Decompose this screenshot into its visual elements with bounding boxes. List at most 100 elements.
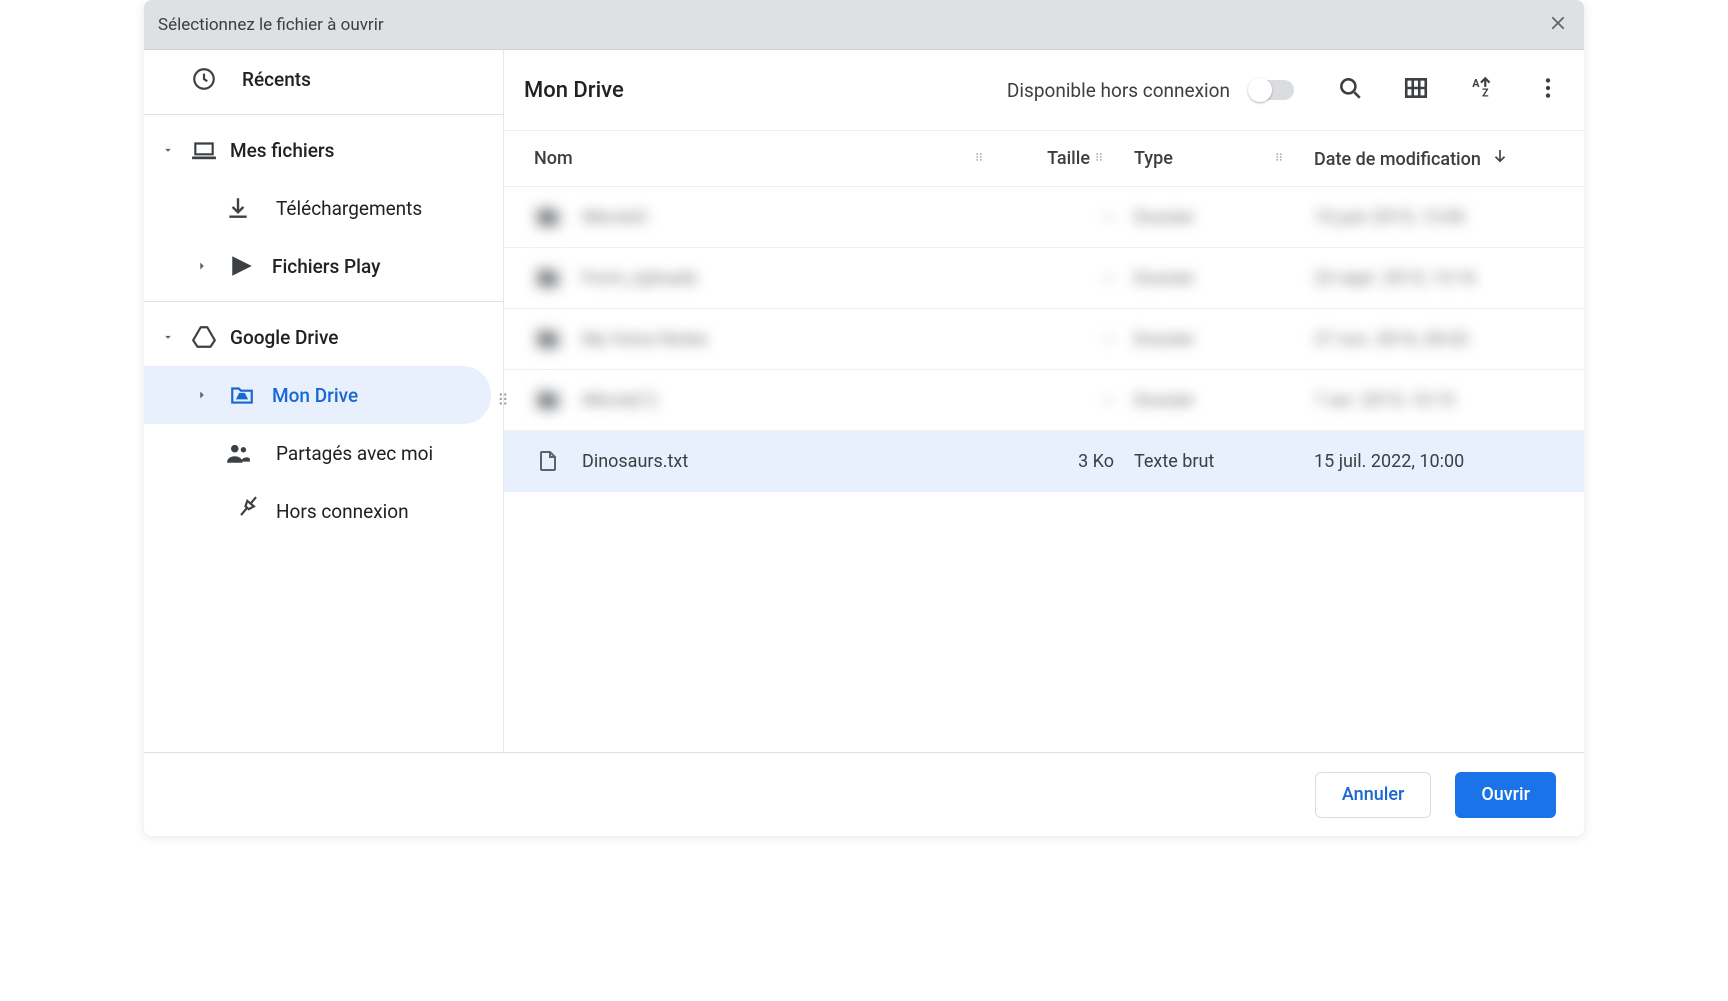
sidebar-item-play-files[interactable]: Fichiers Play: [144, 237, 491, 295]
dialog-title: Sélectionnez le fichier à ouvrir: [158, 15, 384, 35]
table-row[interactable]: My Voice Notes --Dossier27 nov. 2016, 00:…: [504, 309, 1584, 370]
file-size: --: [1004, 248, 1124, 309]
offline-toggle[interactable]: [1250, 80, 1294, 100]
close-button[interactable]: [1546, 13, 1570, 37]
button-label: Annuler: [1342, 784, 1404, 805]
column-header-name[interactable]: Nom: [504, 131, 1004, 187]
column-label: Taille: [1047, 148, 1090, 169]
file-type: Texte brut: [1124, 431, 1304, 492]
file-icon: [534, 447, 562, 475]
drive-icon: [190, 323, 218, 351]
file-name: Form_Uploads: [582, 268, 698, 289]
column-drag-icon: [970, 148, 988, 166]
sidebar-item-label: Fichiers Play: [272, 255, 380, 278]
search-icon: [1337, 75, 1363, 105]
table-row[interactable]: Dinosaurs.txt 3 KoTexte brut15 juil. 2022…: [504, 431, 1584, 492]
table-row[interactable]: Form_Uploads --Dossier23 sept. 2015, 13:1…: [504, 248, 1584, 309]
folder-drive-icon: [228, 381, 256, 409]
file-type: Dossier: [1124, 370, 1304, 431]
file-list: Nom Taille Type: [504, 130, 1584, 752]
sidebar: Récents Mes fichiers Téléchargements Fic…: [144, 50, 504, 752]
sidebar-item-downloads[interactable]: Téléchargements: [144, 179, 491, 237]
file-modified: 7 avr. 2015, 10:15: [1304, 370, 1584, 431]
file-type: Dossier: [1124, 248, 1304, 309]
sidebar-item-shared[interactable]: Partagés avec moi: [144, 424, 491, 482]
people-icon: [224, 439, 252, 467]
close-icon: [1549, 14, 1567, 36]
column-header-modified[interactable]: Date de modification: [1304, 131, 1584, 187]
open-button[interactable]: Ouvrir: [1455, 772, 1556, 818]
more-options-button[interactable]: [1532, 74, 1564, 106]
download-icon: [224, 194, 252, 222]
file-size: 3 Ko: [1004, 431, 1124, 492]
play-store-icon: [228, 252, 256, 280]
main-header: Mon Drive Disponible hors connexion AZ: [504, 50, 1584, 130]
sort-button[interactable]: AZ: [1466, 74, 1498, 106]
dialog-footer: Annuler Ouvrir: [144, 752, 1584, 836]
file-size: --: [1004, 187, 1124, 248]
more-vert-icon: [1535, 75, 1561, 105]
file-picker-dialog: Sélectionnez le fichier à ouvrir Récents…: [144, 0, 1584, 836]
file-name: My Voice Notes: [582, 329, 708, 350]
sidebar-item-offline[interactable]: Hors connexion: [144, 482, 491, 540]
divider: [144, 301, 503, 302]
offline-toggle-label: Disponible hors connexion: [1007, 79, 1230, 102]
file-modified: 23 sept. 2015, 13:16: [1304, 248, 1584, 309]
table-row[interactable]: iMovieO --Dossier10 juin 2015, 13:00: [504, 187, 1584, 248]
folder-icon: [534, 203, 562, 231]
svg-text:A: A: [1472, 77, 1480, 90]
clock-icon: [190, 65, 218, 93]
chevron-right-icon: [192, 259, 212, 273]
sidebar-item-my-drive[interactable]: Mon Drive: [144, 366, 491, 424]
sidebar-item-google-drive[interactable]: Google Drive: [144, 308, 491, 366]
column-label: Date de modification: [1314, 149, 1481, 170]
file-table: Nom Taille Type: [504, 130, 1584, 492]
sidebar-item-label: Hors connexion: [276, 500, 409, 523]
sort-descending-icon: [1491, 147, 1511, 167]
folder-icon: [534, 386, 562, 414]
column-header-size[interactable]: Taille: [1004, 131, 1124, 187]
file-modified: 27 nov. 2016, 00:02: [1304, 309, 1584, 370]
chevron-right-icon: [192, 388, 212, 402]
main-pane: Mon Drive Disponible hors connexion AZ: [504, 50, 1584, 752]
titlebar: Sélectionnez le fichier à ouvrir: [144, 0, 1584, 50]
location-title: Mon Drive: [524, 78, 987, 103]
file-name: Dinosaurs.txt: [582, 451, 688, 472]
file-type: Dossier: [1124, 309, 1304, 370]
table-header-row: Nom Taille Type: [504, 131, 1584, 187]
file-size: --: [1004, 370, 1124, 431]
column-label: Type: [1134, 148, 1173, 169]
sidebar-item-label: Google Drive: [230, 326, 338, 349]
file-type: Dossier: [1124, 187, 1304, 248]
table-row[interactable]: iMovie(1) --Dossier7 avr. 2015, 10:15: [504, 370, 1584, 431]
sidebar-item-label: Mon Drive: [272, 384, 358, 407]
sidebar-item-my-files[interactable]: Mes fichiers: [144, 121, 491, 179]
chevron-down-icon: [158, 330, 178, 344]
sidebar-item-label: Téléchargements: [276, 197, 422, 220]
file-modified: 15 juil. 2022, 10:00: [1304, 431, 1584, 492]
file-modified: 10 juin 2015, 13:00: [1304, 187, 1584, 248]
divider: [144, 114, 503, 115]
sort-az-icon: AZ: [1469, 75, 1495, 105]
pin-icon: [224, 497, 252, 525]
file-name: iMovie(1): [582, 390, 657, 411]
column-drag-icon: [1270, 148, 1288, 166]
search-button[interactable]: [1334, 74, 1366, 106]
toggle-knob: [1248, 78, 1272, 102]
cancel-button[interactable]: Annuler: [1315, 772, 1431, 818]
column-drag-icon: [1090, 148, 1108, 166]
sidebar-item-recents[interactable]: Récents: [144, 50, 491, 108]
laptop-icon: [190, 136, 218, 164]
folder-icon: [534, 325, 562, 353]
svg-text:Z: Z: [1482, 87, 1489, 100]
column-header-type[interactable]: Type: [1124, 131, 1304, 187]
file-size: --: [1004, 309, 1124, 370]
folder-icon: [534, 264, 562, 292]
chevron-down-icon: [158, 143, 178, 157]
sidebar-item-label: Partagés avec moi: [276, 442, 433, 465]
file-name: iMovieO: [582, 207, 647, 228]
column-label: Nom: [534, 148, 573, 169]
grid-icon: [1403, 75, 1429, 105]
sidebar-item-label: Récents: [242, 68, 311, 91]
view-grid-button[interactable]: [1400, 74, 1432, 106]
